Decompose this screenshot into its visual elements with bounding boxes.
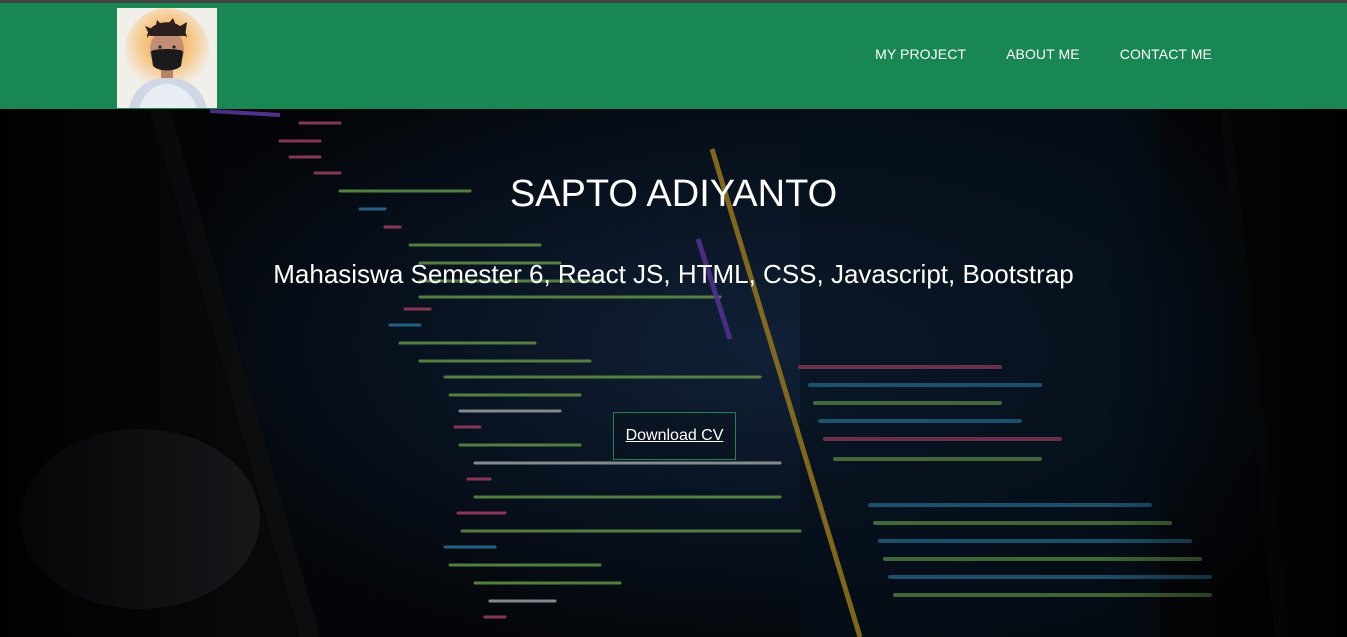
- window-top-border: [0, 0, 1347, 3]
- nav-link-my-project[interactable]: MY PROJECT: [875, 46, 966, 62]
- profile-avatar-icon: [117, 8, 217, 108]
- download-cv-button[interactable]: Download CV: [613, 412, 736, 460]
- hero-subtitle: Mahasiswa Semester 6, React JS, HTML, CS…: [273, 259, 1074, 289]
- nav-link-about-me[interactable]: ABOUT ME: [1006, 46, 1080, 62]
- hero-section: SAPTO ADIYANTO Mahasiswa Semester 6, Rea…: [0, 109, 1347, 637]
- nav-link-contact-me[interactable]: CONTACT ME: [1120, 46, 1212, 62]
- hero-content: SAPTO ADIYANTO Mahasiswa Semester 6, Rea…: [0, 109, 1347, 637]
- nav-menu: MY PROJECT ABOUT ME CONTACT ME: [875, 46, 1212, 62]
- navbar: MY PROJECT ABOUT ME CONTACT ME: [0, 0, 1347, 109]
- profile-logo-link[interactable]: [117, 8, 217, 108]
- hero-title: SAPTO ADIYANTO: [509, 173, 838, 215]
